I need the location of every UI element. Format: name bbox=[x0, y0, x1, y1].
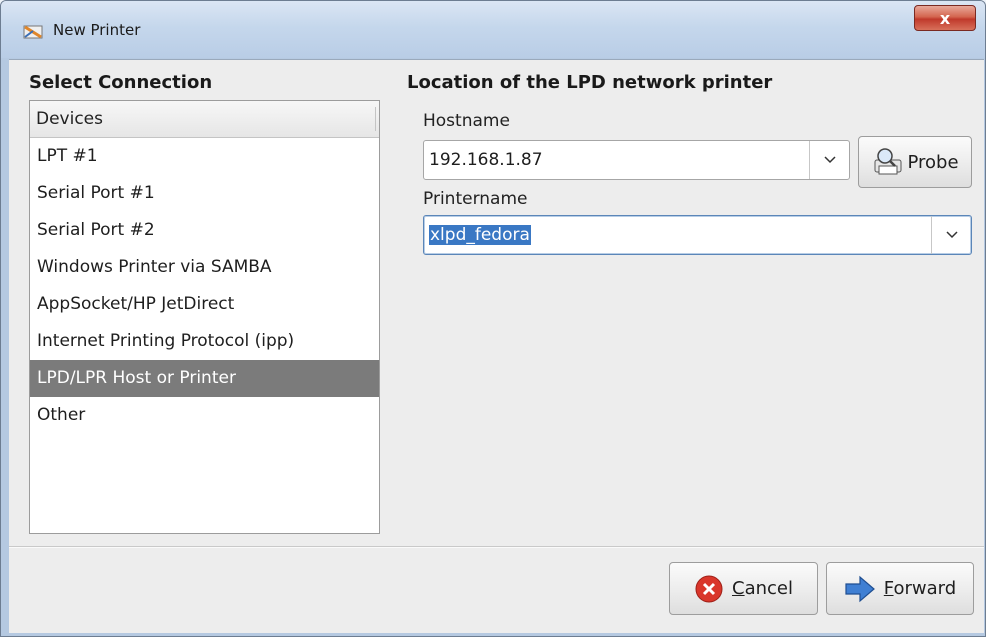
device-list[interactable]: Devices LPT #1 Serial Port #1 Serial Por… bbox=[29, 100, 380, 534]
probe-button[interactable]: Probe bbox=[858, 136, 972, 188]
cancel-icon bbox=[695, 575, 723, 602]
printer-app-icon bbox=[23, 25, 43, 39]
separator-highlight bbox=[9, 547, 984, 548]
location-heading: Location of the LPD network printer bbox=[407, 72, 773, 93]
printername-selected-text: xlpd_fedora bbox=[429, 225, 531, 245]
cancel-button[interactable]: Cancel bbox=[669, 562, 818, 615]
hostname-label: Hostname bbox=[423, 111, 510, 131]
printername-dropdown-button[interactable] bbox=[931, 216, 971, 254]
new-printer-window: New Printer x Select Connection Devices … bbox=[0, 0, 986, 637]
list-item-other[interactable]: Other bbox=[30, 397, 379, 434]
close-button[interactable]: x bbox=[914, 5, 976, 31]
hostname-value[interactable]: 192.168.1.87 bbox=[429, 141, 543, 179]
probe-label: Probe bbox=[907, 151, 959, 173]
list-item-lpt1[interactable]: LPT #1 bbox=[30, 138, 379, 175]
window-title: New Printer bbox=[53, 21, 141, 39]
title-bar[interactable]: New Printer x bbox=[1, 1, 985, 58]
printer-search-icon bbox=[874, 148, 902, 175]
list-item-appsocket[interactable]: AppSocket/HP JetDirect bbox=[30, 286, 379, 323]
forward-button[interactable]: Forward bbox=[826, 562, 974, 615]
close-icon: x bbox=[939, 9, 951, 28]
printername-label: Printername bbox=[423, 189, 528, 209]
chevron-down-icon bbox=[823, 156, 836, 164]
printername-value[interactable]: xlpd_fedora bbox=[429, 216, 531, 254]
list-item-samba[interactable]: Windows Printer via SAMBA bbox=[30, 249, 379, 286]
list-header-devices[interactable]: Devices bbox=[30, 101, 379, 138]
chevron-down-icon bbox=[945, 231, 958, 239]
list-item-ipp[interactable]: Internet Printing Protocol (ipp) bbox=[30, 323, 379, 360]
hostname-combo[interactable]: 192.168.1.87 bbox=[423, 140, 850, 180]
hostname-dropdown-button[interactable] bbox=[809, 141, 849, 179]
printername-combo[interactable]: xlpd_fedora bbox=[423, 215, 972, 255]
select-connection-heading: Select Connection bbox=[29, 72, 213, 93]
dialog-content: Select Connection Devices LPT #1 Serial … bbox=[9, 59, 984, 633]
list-item-serial1[interactable]: Serial Port #1 bbox=[30, 175, 379, 212]
list-item-serial2[interactable]: Serial Port #2 bbox=[30, 212, 379, 249]
forward-label: Forward bbox=[883, 578, 957, 599]
cancel-label: Cancel bbox=[732, 578, 793, 599]
forward-arrow-icon bbox=[845, 575, 875, 602]
list-item-lpd[interactable]: LPD/LPR Host or Printer bbox=[30, 360, 379, 397]
